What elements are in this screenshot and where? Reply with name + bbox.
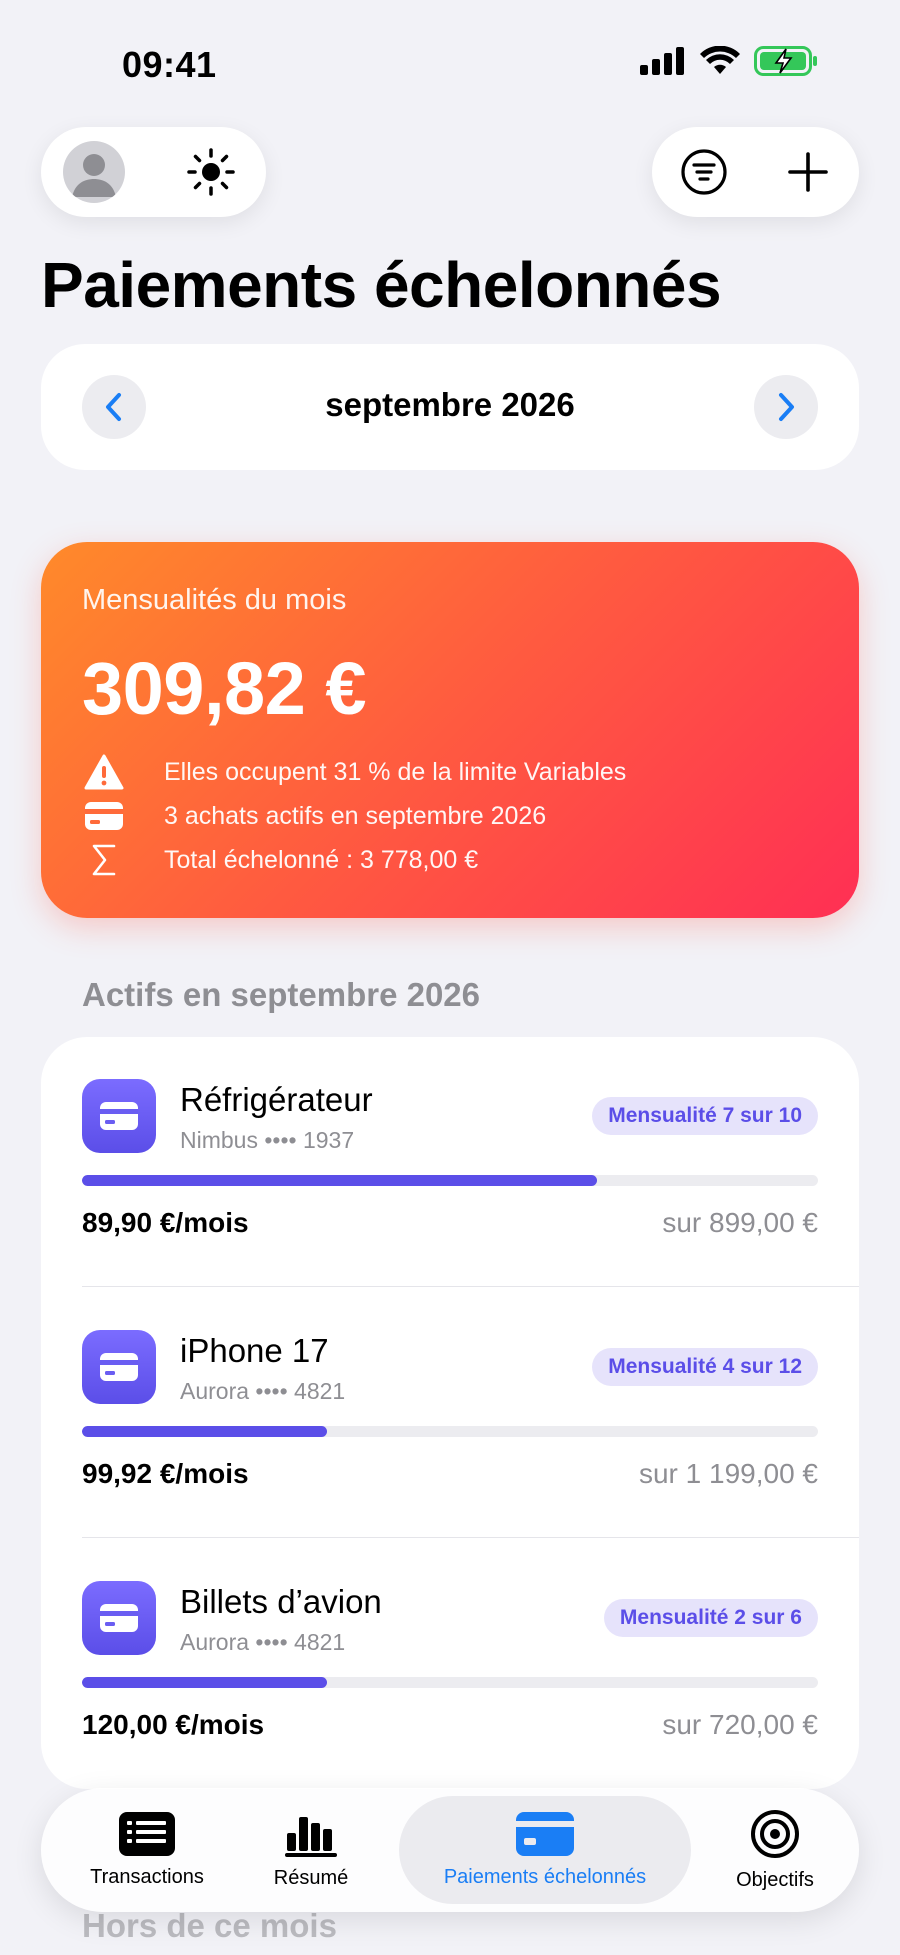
summary-amount: 309,82 € — [82, 647, 367, 730]
tab-bar: Transactions Résumé Paiements échelonnés… — [41, 1788, 859, 1912]
item-monthly: 120,00 €/mois — [82, 1709, 265, 1740]
below-fold-section-title: Hors de ce mois — [82, 1907, 337, 1944]
month-label: septembre 2026 — [325, 386, 575, 423]
item-card: Nimbus •••• 1937 — [180, 1127, 355, 1153]
summary-line-total: Total échelonné : 3 778,00 € — [82, 840, 478, 880]
item-name: Billets d’avion — [180, 1583, 382, 1620]
summary-line-limit: Elles occupent 31 % de la limite Variabl… — [82, 752, 626, 792]
sun-icon — [187, 148, 235, 196]
summary-line-text: Elles occupent 31 % de la limite Variabl… — [164, 757, 627, 786]
summary-line-text: 3 achats actifs en septembre 2026 — [164, 801, 547, 830]
month-navigator: septembre 2026 — [41, 344, 859, 470]
progress-bar — [82, 1175, 818, 1186]
next-month-button[interactable] — [754, 375, 818, 439]
progress-fill — [82, 1426, 328, 1437]
monthly-summary-card: Mensualités du mois 309,82 € Elles occup… — [41, 542, 859, 918]
credit-card-icon — [516, 1811, 574, 1856]
item-monthly: 99,92 €/mois — [82, 1458, 249, 1489]
credit-card-icon — [82, 1330, 156, 1404]
progress-bar — [82, 1426, 818, 1437]
target-icon — [751, 1809, 799, 1858]
filter-add-pill — [652, 127, 859, 217]
tab-label: Paiements échelonnés — [443, 1865, 647, 1888]
section-title: Actifs en septembre 2026 — [82, 976, 481, 1013]
profile-theme-pill — [41, 127, 266, 217]
summary-line-text: Total échelonné : 3 778,00 € — [164, 845, 479, 874]
cellular-signal-icon — [640, 47, 684, 75]
installments-list: Réfrigérateur Nimbus •••• 1937 Mensualit… — [41, 1037, 859, 1789]
tab-label: Résumé — [273, 1866, 349, 1889]
filter-button[interactable] — [676, 144, 732, 200]
tab-label: Objectifs — [736, 1868, 814, 1891]
person-icon — [72, 154, 116, 197]
item-name: Réfrigérateur — [180, 1081, 373, 1118]
credit-card-icon — [82, 1581, 156, 1655]
page-title: Paiements échelonnés — [41, 249, 722, 321]
status-bar: 09:41 — [0, 0, 900, 120]
tab-summary[interactable]: Résumé — [221, 1788, 401, 1912]
item-card: Aurora •••• 4821 — [180, 1378, 346, 1404]
item-total: sur 1 199,00 € — [638, 1458, 818, 1489]
sum-icon — [82, 840, 126, 880]
progress-fill — [82, 1677, 328, 1688]
item-card: Aurora •••• 4821 — [180, 1629, 346, 1655]
tab-installments[interactable]: Paiements échelonnés — [399, 1788, 691, 1912]
summary-label: Mensualités du mois — [82, 584, 347, 616]
wifi-icon — [700, 46, 740, 74]
status-time: 09:41 — [122, 44, 217, 85]
warning-icon — [82, 752, 126, 792]
item-total: sur 720,00 € — [662, 1709, 818, 1740]
status-icons — [640, 46, 818, 76]
item-total: sur 899,00 € — [662, 1207, 818, 1238]
installment-badge: Mensualité 7 sur 10 — [592, 1097, 818, 1135]
theme-toggle-button[interactable] — [183, 144, 239, 200]
tab-label: Transactions — [90, 1865, 204, 1888]
progress-fill — [82, 1175, 598, 1186]
list-item[interactable]: Réfrigérateur Nimbus •••• 1937 Mensualit… — [41, 1037, 859, 1287]
item-name: iPhone 17 — [180, 1332, 329, 1369]
plus-icon — [788, 152, 828, 192]
tab-goals[interactable]: Objectifs — [691, 1788, 859, 1912]
installment-badge: Mensualité 4 sur 12 — [592, 1348, 818, 1386]
add-button[interactable] — [780, 144, 836, 200]
credit-card-icon — [82, 1079, 156, 1153]
credit-card-icon — [82, 796, 126, 836]
chevron-right-icon — [779, 393, 794, 421]
list-item[interactable]: Billets d’avion Aurora •••• 4821 Mensual… — [41, 1539, 859, 1789]
filter-icon — [681, 149, 727, 195]
divider — [82, 1536, 859, 1538]
installment-badge: Mensualité 2 sur 6 — [603, 1599, 818, 1637]
battery-charging-icon — [754, 46, 817, 76]
avatar[interactable] — [63, 141, 125, 203]
list-item[interactable]: iPhone 17 Aurora •••• 4821 Mensualité 4 … — [41, 1288, 859, 1538]
summary-line-count: 3 achats actifs en septembre 2026 — [82, 796, 546, 836]
item-monthly: 89,90 €/mois — [82, 1207, 249, 1238]
list-icon — [119, 1811, 175, 1856]
bar-chart-icon — [285, 1816, 337, 1857]
divider — [82, 1285, 859, 1287]
progress-bar — [82, 1677, 818, 1688]
